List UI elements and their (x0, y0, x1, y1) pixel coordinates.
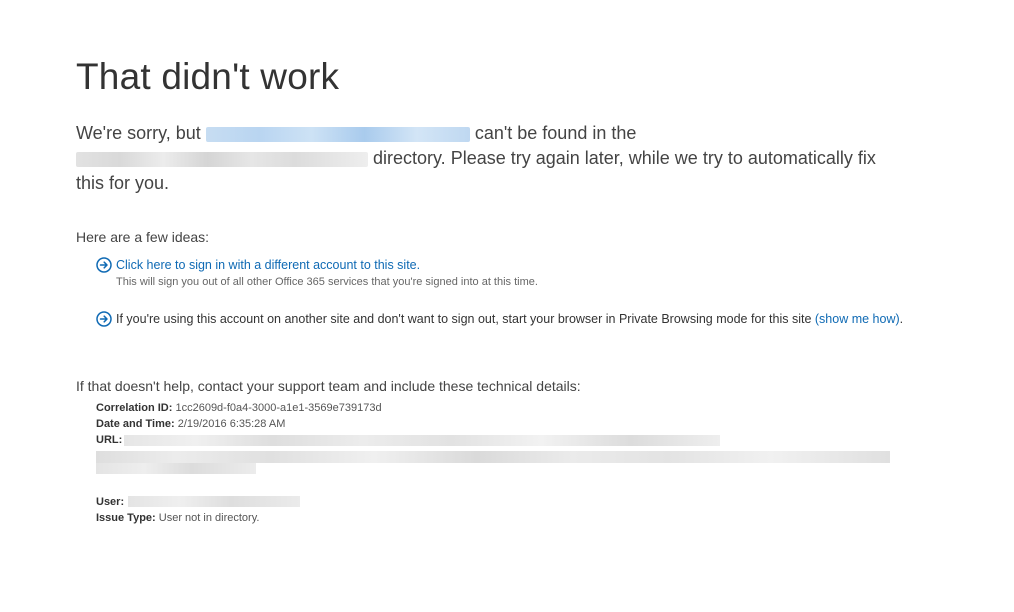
technical-details: Correlation ID: 1cc2609d-f0a4-3000-a1e1-… (96, 400, 916, 526)
redacted-url-line-2 (96, 451, 890, 463)
redacted-directory (76, 152, 368, 167)
redacted-account (205, 127, 470, 142)
correlation-id-label: Correlation ID: (96, 402, 173, 414)
help-heading: If that doesn't help, contact your suppo… (76, 378, 581, 394)
sign-out-note: This will sign you out of all other Offi… (116, 276, 538, 288)
issue-type-row: Issue Type: User not in directory. (96, 510, 916, 526)
url-row: URL: (96, 432, 916, 448)
redacted-url-line-3 (96, 463, 256, 474)
redacted-url-continuation (96, 448, 916, 494)
issue-type-label: Issue Type: (96, 512, 156, 524)
show-me-how-link[interactable]: (show me how) (815, 312, 900, 326)
date-time-row: Date and Time: 2/19/2016 6:35:28 AM (96, 416, 916, 432)
message-part-1: We're sorry, but (76, 123, 206, 143)
message-part-2: can't be found in the (469, 123, 637, 143)
circle-arrow-right-icon (96, 311, 112, 327)
private-browsing-text: If you're using this account on another … (116, 310, 916, 328)
private-browsing-suffix: . (899, 312, 904, 326)
error-message: We're sorry, but can't be found in the d… (76, 121, 906, 196)
idea-sign-in-different-account: Click here to sign in with a different a… (96, 256, 916, 290)
ideas-heading: Here are a few ideas: (76, 229, 210, 245)
correlation-id-value: 1cc2609d-f0a4-3000-a1e1-3569e739173d (175, 402, 382, 414)
correlation-id-row: Correlation ID: 1cc2609d-f0a4-3000-a1e1-… (96, 400, 916, 416)
date-time-value: 2/19/2016 6:35:28 AM (177, 418, 286, 430)
page-title: That didn't work (76, 56, 340, 97)
issue-type-value: User not in directory. (158, 512, 260, 524)
redacted-user (128, 496, 301, 507)
url-label: URL: (96, 434, 123, 446)
circle-arrow-right-icon (96, 257, 112, 273)
date-time-label: Date and Time: (96, 418, 175, 430)
user-label: User: (96, 496, 125, 508)
idea-private-browsing: If you're using this account on another … (96, 310, 916, 328)
redacted-url-line-1 (124, 435, 720, 446)
sign-in-different-account-link[interactable]: Click here to sign in with a different a… (116, 258, 420, 272)
error-page: That didn't work We're sorry, but can't … (0, 0, 1014, 612)
private-browsing-description: If you're using this account on another … (116, 312, 815, 326)
user-row: User: (96, 494, 916, 510)
